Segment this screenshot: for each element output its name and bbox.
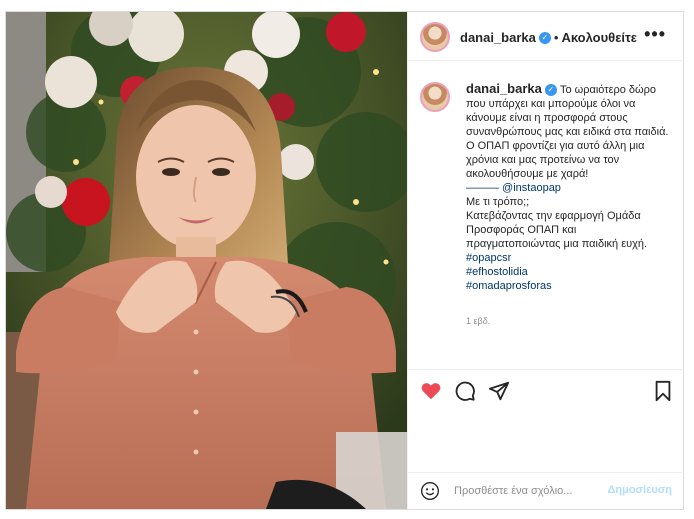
hashtag-link[interactable]: #efhostolidia (466, 265, 671, 279)
post-sidebar: danai_barka ✓ • Ακολουθείτε ••• danai_barka… (407, 12, 684, 509)
hashtag-link[interactable]: #opapcsr (466, 251, 671, 265)
header-user-line: danai_barka ✓ • Ακολουθείτε (460, 29, 637, 47)
header-username[interactable]: danai_barka (460, 30, 536, 45)
action-bar (408, 369, 684, 410)
post-image[interactable] (6, 12, 407, 509)
post-header: danai_barka ✓ • Ακολουθείτε ••• (408, 12, 684, 61)
emoji-icon[interactable] (420, 481, 440, 501)
comment-input[interactable] (454, 481, 594, 501)
caption-avatar[interactable] (420, 82, 450, 112)
follow-status-button[interactable]: Ακολουθείτε (561, 30, 637, 45)
verified-badge-icon: ✓ (538, 31, 551, 44)
caption-username[interactable]: danai_barka (466, 81, 542, 96)
post-timestamp[interactable]: 1 εβδ. (466, 316, 490, 326)
share-icon[interactable] (488, 380, 510, 402)
bookmark-icon[interactable] (652, 380, 674, 402)
comment-icon[interactable] (454, 380, 476, 402)
post-caption: danai_barka ✓ Το ωραιότερο δώρο που υπάρχ… (466, 82, 671, 293)
caption-instructions: Κατεβάζοντας την εφαρμογή Ομάδα Προσφορά… (466, 210, 648, 250)
avatar[interactable] (420, 22, 450, 52)
hashtag-link[interactable]: #omadaprosforas (466, 279, 671, 293)
heart-icon[interactable] (420, 380, 442, 402)
caption-question: Με τι τρόπο;; (466, 196, 530, 208)
more-options-icon[interactable]: ••• (644, 25, 666, 43)
post-dialog: danai_barka ✓ • Ακολουθείτε ••• danai_barka… (5, 11, 684, 510)
comment-bar: Δημοσίευση (408, 472, 684, 510)
caption-mention-line[interactable]: ——— @instaopap (466, 181, 671, 195)
separator-dot: • (553, 30, 559, 45)
post-photo-illustration (6, 12, 407, 509)
verified-badge-icon: ✓ (544, 84, 557, 97)
post-comment-button[interactable]: Δημοσίευση (607, 484, 672, 496)
caption-text: Το ωραιότερο δώρο που υπάρχει και μπορού… (466, 84, 669, 180)
